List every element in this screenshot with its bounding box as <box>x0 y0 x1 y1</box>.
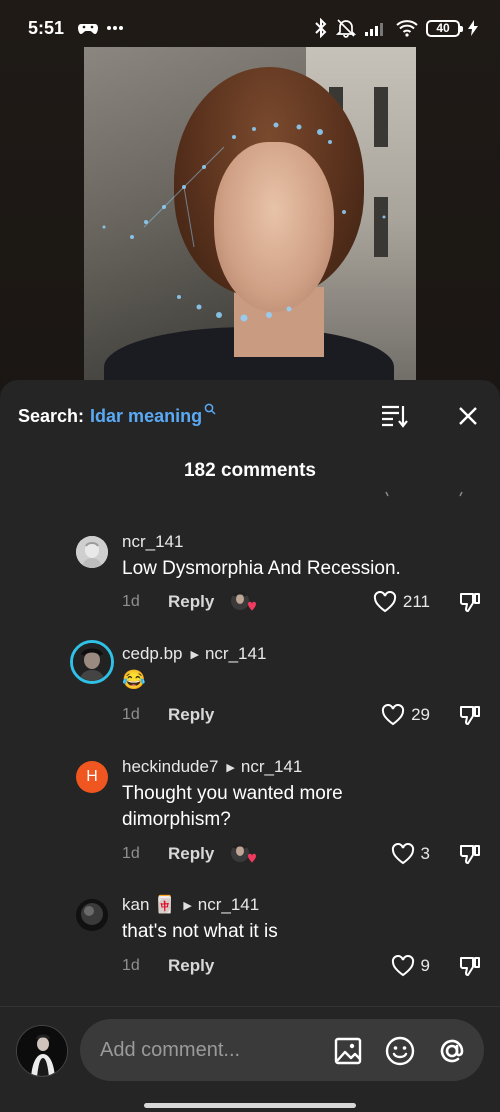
charging-icon <box>468 20 478 36</box>
status-right-icons: 40 <box>314 18 478 38</box>
avatar[interactable] <box>76 899 108 931</box>
comment-age: 1d <box>122 593 140 610</box>
search-icon[interactable] <box>204 403 216 418</box>
like-button[interactable]: 211 <box>373 591 430 613</box>
close-icon[interactable] <box>454 402 482 430</box>
scroll-cut-edge <box>385 491 463 497</box>
reply-to-username[interactable]: ncr_141 <box>205 644 266 664</box>
comment-composer <box>0 1006 500 1112</box>
comment-age: 1d <box>122 845 140 862</box>
like-button[interactable]: 3 <box>391 843 430 865</box>
emoji-icon[interactable] <box>384 1035 416 1067</box>
dislike-icon[interactable] <box>458 703 482 727</box>
comment-actions: 1d Reply 9 <box>122 953 492 979</box>
username-text[interactable]: heckindude7 <box>122 757 218 777</box>
like-count: 9 <box>420 956 430 975</box>
sparkle-dots-overlay <box>102 122 386 322</box>
image-icon[interactable] <box>332 1035 364 1067</box>
home-indicator[interactable] <box>144 1103 356 1108</box>
video-thumbnail[interactable] <box>84 47 416 392</box>
screen: 5:51 40 Search: Idar meaning 182 comment… <box>0 0 500 1112</box>
comment-username[interactable]: ncr_141 <box>122 532 183 552</box>
creator-liked-badge <box>230 842 258 866</box>
battery-icon: 40 <box>426 19 463 37</box>
reply-button[interactable]: Reply <box>168 956 214 976</box>
more-dots-icon <box>107 26 124 30</box>
composer-actions <box>332 1035 468 1067</box>
creator-liked-badge <box>230 590 258 614</box>
signal-icon <box>365 23 383 36</box>
heart-icon[interactable] <box>373 591 397 613</box>
like-count: 29 <box>411 705 430 724</box>
comment-text: that's not what it is <box>122 921 278 942</box>
heart-icon[interactable] <box>391 843 415 865</box>
reply-button[interactable]: Reply <box>168 592 214 612</box>
avatar[interactable] <box>70 640 114 684</box>
comment-text: 😂 <box>122 670 146 691</box>
dislike-icon[interactable] <box>458 842 482 866</box>
mention-icon[interactable] <box>436 1035 468 1067</box>
avatar-letter: H <box>86 768 98 785</box>
avatar[interactable]: H <box>76 761 108 793</box>
my-avatar[interactable] <box>16 1025 68 1077</box>
reply-arrow-icon: ▶ <box>226 761 235 774</box>
username-text[interactable]: cedp.bp <box>122 644 183 664</box>
comment-username[interactable]: cedp.bp ▶ ncr_141 <box>122 644 266 664</box>
comment-actions: 1d Reply 211 <box>122 589 492 615</box>
status-time: 5:51 <box>28 17 65 38</box>
search-header: Search: Idar meaning <box>18 402 482 430</box>
comment-actions: 1d Reply 29 <box>122 702 492 728</box>
reply-to-username[interactable]: ncr_141 <box>241 757 302 777</box>
like-button[interactable]: 9 <box>391 955 430 977</box>
comment-count: 182 comments <box>183 460 316 481</box>
comment-actions: 1d Reply 3 <box>122 841 492 867</box>
comment-age: 1d <box>122 706 140 723</box>
bluetooth-icon <box>315 18 327 38</box>
username-text[interactable]: ncr_141 <box>122 532 183 552</box>
comment-text: Low Dysmorphia And Recession. <box>122 558 401 579</box>
comments-sheet: Search: Idar meaning 182 comments ncr_14… <box>0 380 500 1112</box>
status-left-icons <box>78 20 124 36</box>
mute-icon <box>336 19 356 38</box>
add-comment-pill[interactable] <box>80 1019 484 1081</box>
username-text[interactable]: kan 🀄 <box>122 895 175 915</box>
reply-arrow-icon: ▶ <box>190 648 199 661</box>
dislike-icon[interactable] <box>458 954 482 978</box>
comment-username[interactable]: kan 🀄 ▶ ncr_141 <box>122 895 259 915</box>
reply-to-username[interactable]: ncr_141 <box>198 895 259 915</box>
search-term-link[interactable]: Idar meaning <box>90 406 202 427</box>
like-count: 3 <box>420 844 430 863</box>
add-comment-input[interactable] <box>100 1038 320 1062</box>
wifi-icon <box>396 20 418 37</box>
game-controller-icon <box>78 24 99 34</box>
heart-icon[interactable] <box>391 955 415 977</box>
comment-age: 1d <box>122 957 140 974</box>
like-button[interactable]: 29 <box>381 704 430 726</box>
avatar[interactable] <box>76 536 108 568</box>
dislike-icon[interactable] <box>458 590 482 614</box>
comment-username[interactable]: heckindude7 ▶ ncr_141 <box>122 757 302 777</box>
heart-icon[interactable] <box>381 704 405 726</box>
comment-text: Thought you wanted more dimorphism? <box>122 783 343 830</box>
reply-button[interactable]: Reply <box>168 844 214 864</box>
reply-arrow-icon: ▶ <box>183 899 192 912</box>
sort-icon[interactable] <box>380 402 410 430</box>
search-label: Search: <box>18 405 85 426</box>
reply-button[interactable]: Reply <box>168 705 214 725</box>
like-count: 211 <box>402 592 430 611</box>
